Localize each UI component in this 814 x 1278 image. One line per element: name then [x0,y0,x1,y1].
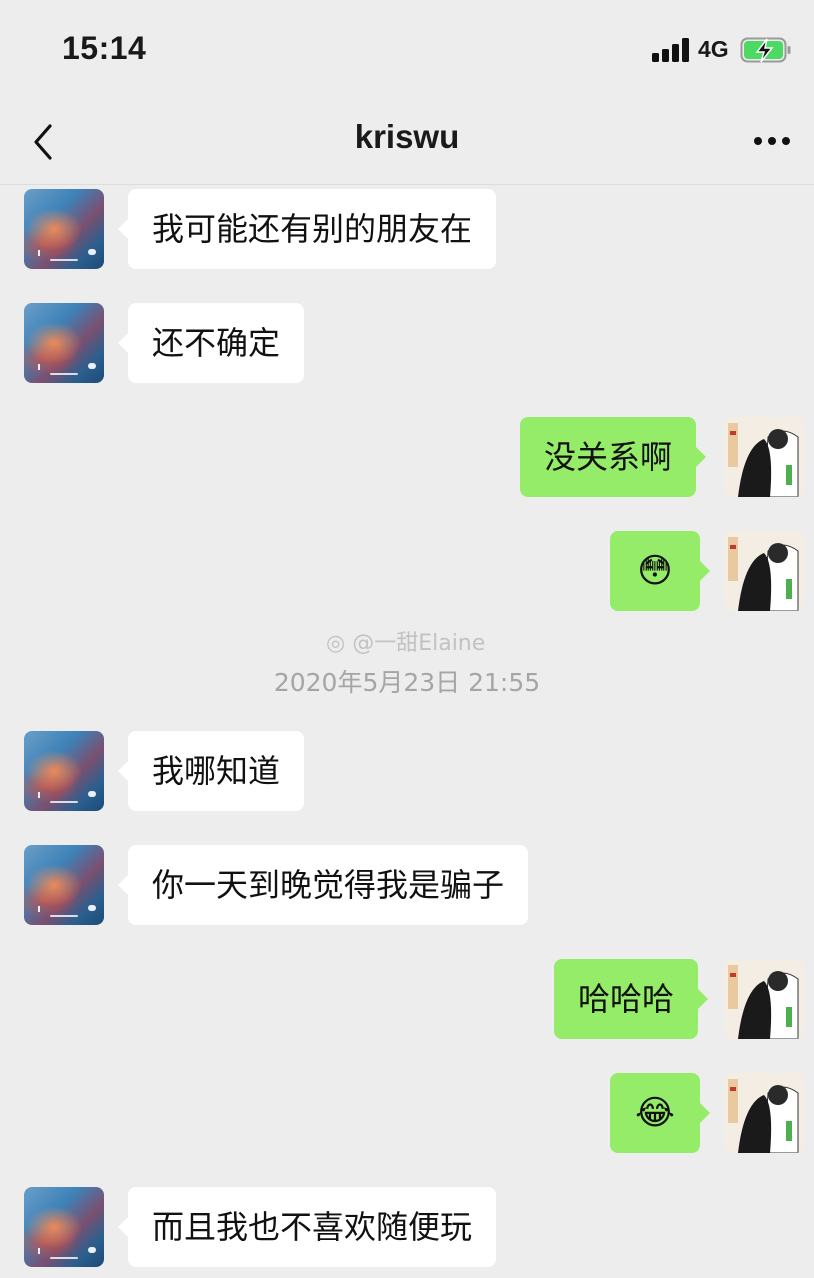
watermark: ◎ @一甜Elaine [326,631,486,656]
battery-charging-icon [740,37,791,63]
status-time: 15:14 [62,30,147,66]
incoming-message-bubble[interactable]: 而且我也不喜欢随便玩 [117,1187,497,1267]
more-dots-icon[interactable] [752,126,792,154]
user-avatar[interactable] [724,531,804,611]
flushed-face-emoji: 😳 [637,551,673,591]
signal-icon [652,38,692,62]
contact-avatar[interactable] [24,845,104,925]
incoming-message-bubble[interactable]: 还不确定 [117,303,305,383]
incoming-message-bubble[interactable]: 我可能还有别的朋友在 [117,189,497,269]
outgoing-message-bubble[interactable]: 哈哈哈 [554,959,709,1039]
contact-avatar[interactable] [24,1187,104,1267]
user-avatar[interactable] [724,417,804,497]
message-timestamp: 2020年5月23日 21:55 [273,668,541,697]
chat-header: kriswu [0,100,814,185]
status-bar: 15:14 4G [0,0,814,100]
outgoing-emoji-bubble[interactable]: 😂 [610,1073,710,1153]
contact-avatar[interactable] [24,189,104,269]
contact-avatar[interactable] [24,303,104,383]
message-list[interactable]: 我可能还有别的朋友在 还不确定 没关系啊 😳 ◎ @一甜Elaine 2020年… [0,185,814,1278]
outgoing-message-bubble[interactable]: 没关系啊 [520,417,707,497]
user-avatar[interactable] [724,959,804,1039]
user-avatar[interactable] [724,1073,804,1153]
outgoing-emoji-bubble[interactable]: 😳 [610,531,710,611]
chat-title: kriswu [354,118,460,155]
contact-avatar[interactable] [24,731,104,811]
tears-of-joy-emoji: 😂 [635,1093,675,1133]
network-type: 4G [698,36,729,62]
incoming-message-bubble[interactable]: 我哪知道 [117,731,305,811]
weibo-icon: ◎ [326,631,346,656]
incoming-message-bubble[interactable]: 你一天到晚觉得我是骗子 [117,845,529,925]
